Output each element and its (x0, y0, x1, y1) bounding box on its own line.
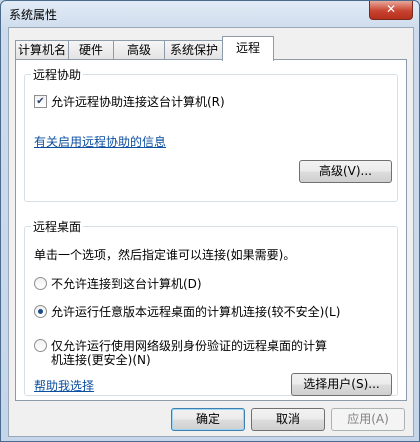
tab-hardware[interactable]: 硬件 (68, 40, 114, 60)
tab-remote[interactable]: 远程 (222, 36, 274, 61)
tab-system-protection[interactable]: 系统保护 (164, 40, 224, 60)
remote-desktop-title: 远程桌面 (31, 218, 84, 235)
close-button[interactable]: ✕ (369, 1, 413, 20)
allow-remote-assistance-label[interactable]: 允许远程协助连接这台计算机(R) (51, 93, 225, 110)
remote-assistance-info-link[interactable]: 有关启用远程协助的信息 (34, 133, 166, 150)
title-bar[interactable]: 系统属性 ✕ (1, 1, 419, 27)
allow-nla-only-label-line2[interactable]: 机连接(更安全)(N) (51, 351, 151, 368)
remote-desktop-group: 远程桌面 单击一个选项，然后指定谁可以连接(如果需要)。 不允许连接到这台计算机… (24, 218, 398, 396)
window-title: 系统属性 (9, 8, 58, 22)
deny-connections-label[interactable]: 不允许连接到这台计算机(D) (51, 275, 202, 292)
remote-desktop-instruction: 单击一个选项，然后指定谁可以连接(如果需要)。 (34, 248, 296, 262)
remote-assistance-title: 远程协助 (31, 66, 84, 83)
system-properties-window: 系统属性 ✕ 计算机名 硬件 高级 系统保护 远程 远程协助 ✔ 允许远程协助连… (0, 0, 420, 442)
tab-computer-name[interactable]: 计算机名 (15, 40, 69, 60)
dialog-client-area: 计算机名 硬件 高级 系统保护 远程 远程协助 ✔ 允许远程协助连接这台计算机(… (8, 27, 414, 437)
allow-remote-assistance-checkbox[interactable]: ✔ (34, 95, 47, 108)
cancel-button[interactable]: 取消 (251, 408, 325, 431)
advanced-button[interactable]: 高级(V)... (299, 160, 392, 183)
help-me-choose-link[interactable]: 帮助我选择 (34, 377, 94, 394)
radio-allow-nla-only[interactable] (34, 339, 47, 352)
remote-tab-panel: 远程协助 ✔ 允许远程协助连接这台计算机(R) 有关启用远程协助的信息 高级(V… (15, 59, 407, 401)
tab-advanced[interactable]: 高级 (113, 40, 165, 60)
allow-any-version-label[interactable]: 允许运行任意版本远程桌面的计算机连接(较不安全)(L) (51, 303, 340, 320)
apply-button[interactable]: 应用(A) (331, 408, 405, 431)
remote-assistance-group: 远程协助 ✔ 允许远程协助连接这台计算机(R) 有关启用远程协助的信息 高级(V… (24, 66, 398, 202)
ok-button[interactable]: 确定 (171, 408, 245, 431)
radio-deny-connections[interactable] (34, 277, 47, 290)
select-users-button[interactable]: 选择用户(S)... (291, 373, 392, 396)
radio-allow-any-version[interactable] (34, 305, 47, 318)
